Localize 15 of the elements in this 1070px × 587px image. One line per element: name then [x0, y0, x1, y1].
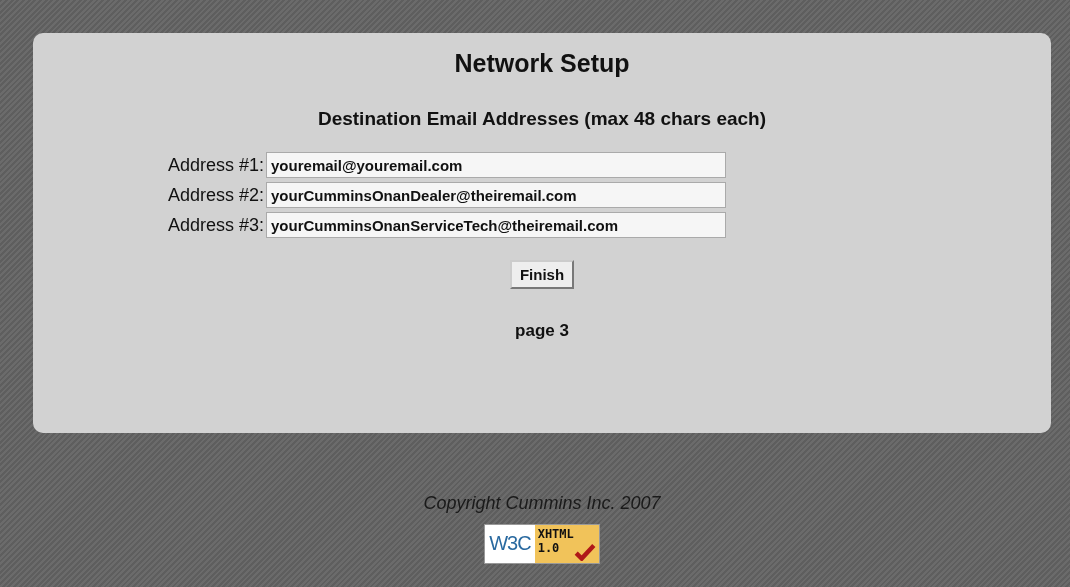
email-input-field[interactable]: yourCumminsOnanDealer@theiremail.com: [266, 182, 727, 208]
page-number: page 3: [515, 321, 569, 341]
badge-label: XHTML: [537, 527, 574, 541]
checkmark-icon: [573, 543, 596, 561]
copyright-text: Copyright Cummins Inc. 2007: [423, 493, 661, 514]
field-label: Address #1:: [167, 154, 265, 176]
email-input-field[interactable]: youremail@youremail.com: [266, 152, 727, 178]
email-input-field[interactable]: yourCumminsOnanServiceTech@theiremail.com: [266, 212, 727, 238]
section-heading: Destination Email Addresses (max 48 chars each): [317, 108, 767, 130]
badge-label: W3C: [485, 525, 535, 563]
page-title: Network Setup: [454, 49, 630, 78]
field-label: Address #2:: [167, 184, 265, 206]
field-label: Address #3:: [167, 214, 265, 236]
finish-button[interactable]: Finish: [509, 260, 575, 289]
badge-version: 1.0: [537, 541, 561, 555]
